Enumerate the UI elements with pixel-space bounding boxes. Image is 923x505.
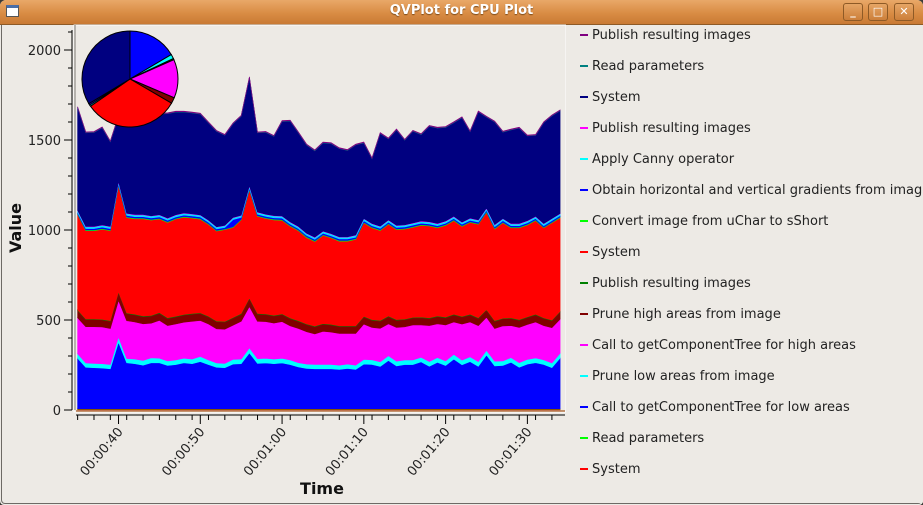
legend-label: Prune high areas from image: [592, 307, 781, 322]
y-axis-label: Value: [6, 203, 25, 253]
legend-swatch: [580, 467, 588, 470]
legend-item: Read parameters: [580, 431, 704, 451]
legend-label: System: [592, 245, 641, 260]
legend-item: Apply Canny operator: [580, 152, 734, 172]
legend-swatch: [580, 250, 588, 253]
legend-label: System: [592, 462, 641, 477]
legend-label: Publish resulting images: [592, 28, 751, 43]
legend-item: System: [580, 462, 640, 482]
legend-swatch: [580, 126, 588, 129]
legend-label: Call to getComponentTree for high areas: [592, 338, 856, 353]
legend-swatch: [580, 312, 588, 315]
legend-swatch: [580, 188, 588, 191]
legend-swatch: [580, 374, 588, 377]
legend-item: Publish resulting images: [580, 276, 751, 296]
legend-swatch: [580, 281, 588, 284]
close-button[interactable]: ✕: [894, 3, 914, 21]
legend-item: Prune low areas from image: [580, 369, 775, 389]
pie-inset: [81, 30, 179, 128]
y-tick-label: 1500: [28, 134, 61, 149]
legend-item: Convert image from uChar to sShort: [580, 214, 828, 234]
minimize-button[interactable]: _: [843, 3, 863, 21]
legend-panel: Publish resulting images Read parameters S…: [566, 25, 923, 503]
legend-label: Read parameters: [592, 431, 705, 446]
legend-label: Call to getComponentTree for low areas: [592, 400, 850, 415]
legend-label: Obtain horizontal and vertical gradients…: [592, 183, 923, 198]
legend-swatch: [580, 436, 588, 439]
y-tick-label: 500: [36, 314, 61, 329]
legend-label: Prune low areas from image: [592, 369, 775, 384]
x-tick-label: 00:00:40: [78, 425, 127, 479]
maximize-button[interactable]: □: [868, 3, 888, 21]
legend-swatch: [580, 64, 588, 67]
y-tick-label: 2000: [28, 44, 61, 59]
legend-swatch: [580, 405, 588, 408]
legend-item: Publish resulting images: [580, 28, 751, 48]
x-axis-label: Time: [300, 479, 344, 498]
legend-label: Publish resulting images: [592, 121, 751, 136]
legend-item: System: [580, 90, 640, 110]
app-window: QVPlot for CPU Plot _ □ ✕ 0 500 1000 1500 20…: [0, 0, 923, 505]
legend-label: Read parameters: [592, 59, 705, 74]
legend-label: Publish resulting images: [592, 276, 751, 291]
legend-item: System: [580, 245, 640, 265]
x-tick-label: 00:01:00: [241, 425, 290, 479]
x-tick-label: 00:01:10: [323, 425, 372, 479]
legend-swatch: [580, 219, 588, 222]
legend-item: Publish resulting images: [580, 121, 751, 141]
y-tick-label: 1000: [28, 224, 61, 239]
legend-label: Apply Canny operator: [592, 152, 735, 167]
legend-swatch: [580, 95, 588, 98]
legend-swatch: [580, 33, 588, 36]
legend-item: Call to getComponentTree for low areas: [580, 400, 850, 420]
legend-swatch: [580, 157, 588, 160]
legend-swatch: [580, 343, 588, 346]
legend-label: Convert image from uChar to sShort: [592, 214, 829, 229]
legend-item: Call to getComponentTree for high areas: [580, 338, 856, 358]
x-tick-label: 00:00:50: [159, 425, 208, 479]
legend-label: System: [592, 90, 641, 105]
legend-item: Obtain horizontal and vertical gradients…: [580, 183, 923, 203]
legend-item: Read parameters: [580, 59, 704, 79]
y-tick-label: 0: [53, 404, 61, 419]
x-tick-label: 00:01:30: [486, 425, 535, 479]
x-tick-label: 00:01:20: [405, 425, 454, 479]
stacked-area-chart: 0 500 1000 1500 2000 00:00:40 00:00:50 00:01:00…: [6, 24, 566, 498]
legend-item: Prune high areas from image: [580, 307, 781, 327]
